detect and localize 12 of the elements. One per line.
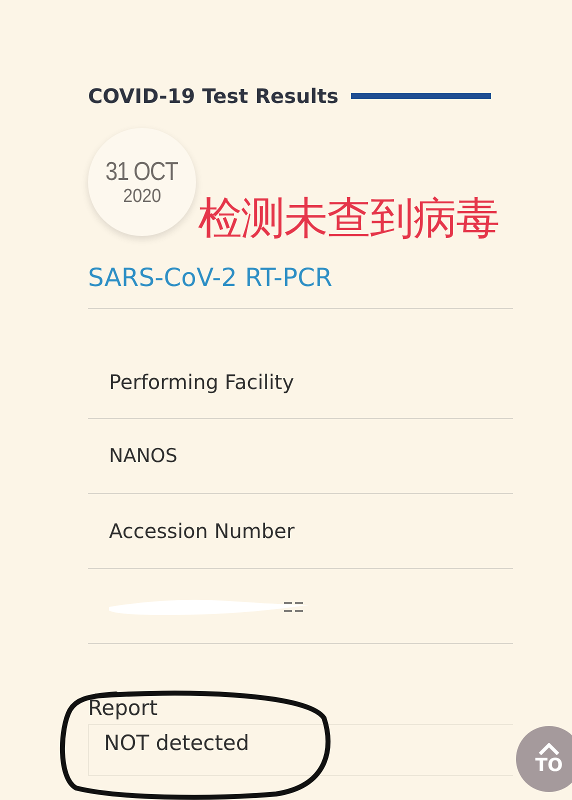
page-title: COVID-19 Test Results xyxy=(88,84,339,108)
report-label: Report xyxy=(88,695,159,722)
date-day-month: 31 OCT xyxy=(106,156,178,186)
field-label: Performing Facility xyxy=(109,370,294,394)
date-year: 2020 xyxy=(122,186,162,208)
field-value: NANOS xyxy=(109,445,178,467)
chevron-up-icon xyxy=(538,742,560,754)
back-to-top-button[interactable]: TO xyxy=(516,726,572,792)
annotation-text: 检测未查到病毒 xyxy=(198,194,499,244)
field-label: Accession Number xyxy=(109,519,295,543)
test-name: SARS-CoV-2 RT-PCR xyxy=(88,262,334,294)
report-value: NOT detected xyxy=(104,731,250,755)
